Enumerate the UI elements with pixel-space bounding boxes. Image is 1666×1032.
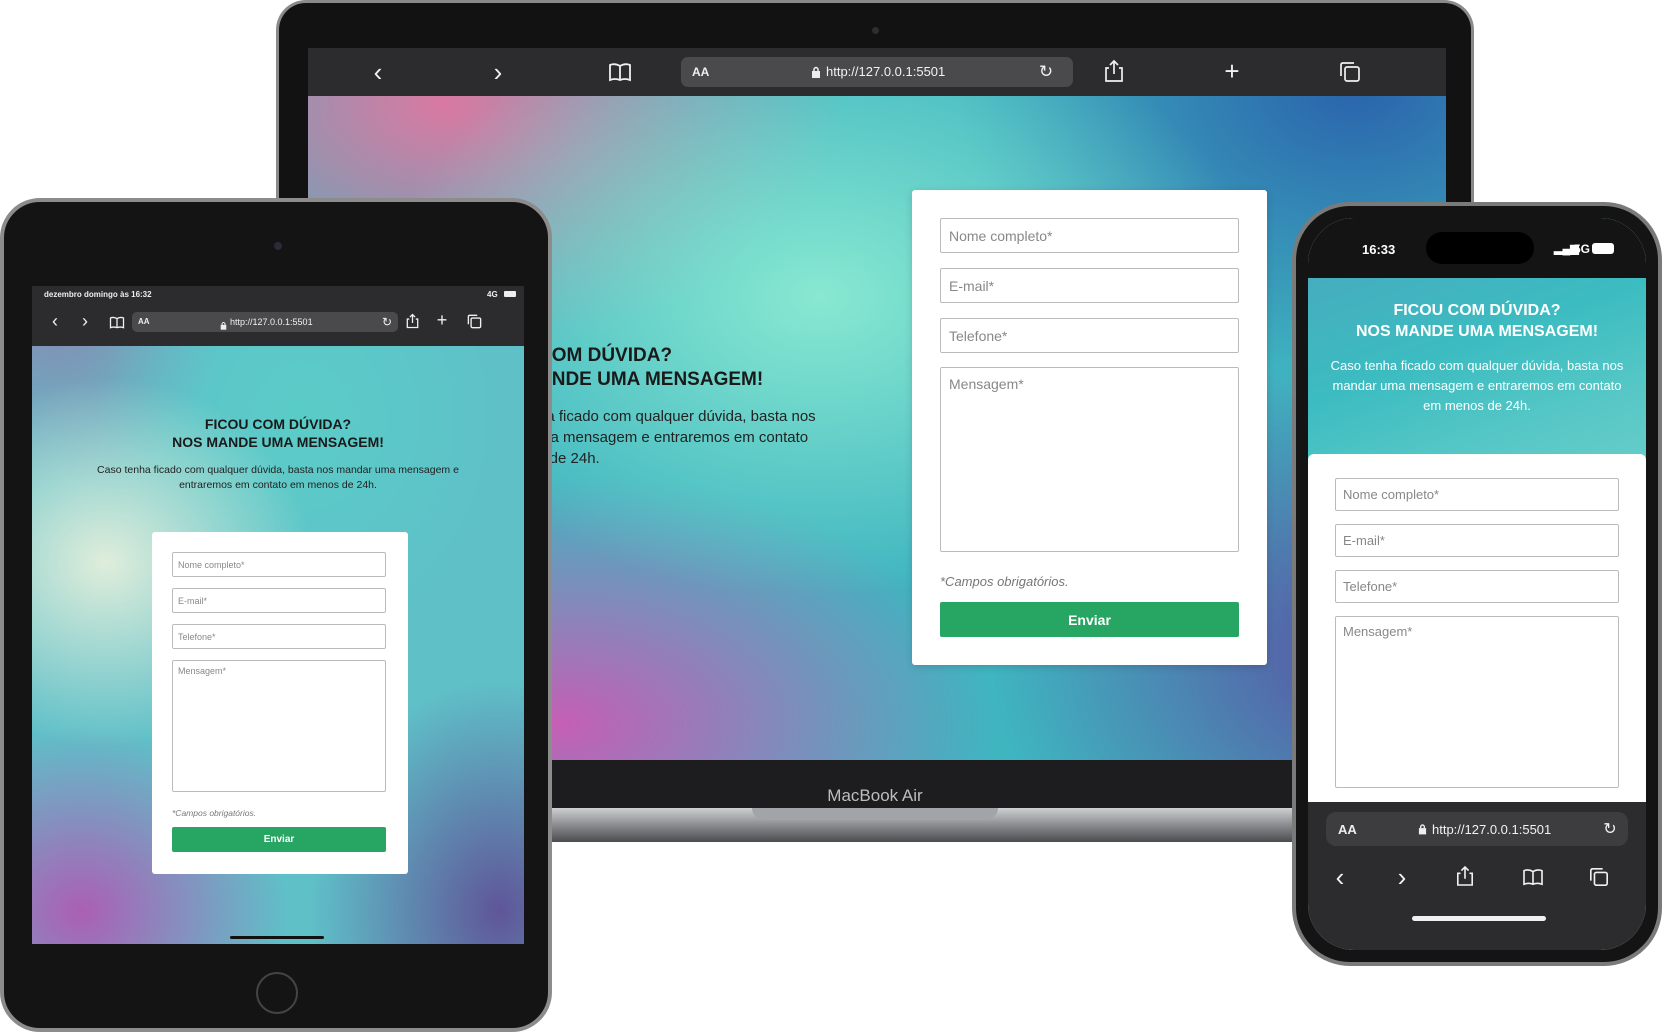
tablet-screen: dezembro domingo às 16:32 4G ‹ › AA http… (32, 286, 524, 944)
tablet-address-bar[interactable]: AA http://127.0.0.1:5501 ↻ (132, 312, 398, 332)
message-textarea[interactable] (940, 367, 1239, 552)
tablet-home-button[interactable] (256, 972, 298, 1014)
laptop-url: http://127.0.0.1:5501 (826, 64, 946, 79)
new-tab-icon[interactable]: + (434, 310, 450, 330)
laptop-browser-toolbar: ‹ › AA http://127.0.0.1:5501 ↻ + (308, 48, 1446, 96)
tablet-browser-toolbar: dezembro domingo às 16:32 4G ‹ › AA http… (32, 286, 524, 346)
message-textarea[interactable] (172, 660, 386, 792)
reload-icon[interactable]: ↻ (1600, 819, 1620, 839)
submit-button[interactable]: Enviar (940, 602, 1239, 637)
phone-browser-toolbar: AA http://127.0.0.1:5501 ↻ ‹ › (1308, 802, 1646, 950)
battery-icon (504, 291, 516, 297)
submit-button[interactable]: Enviar (172, 827, 386, 852)
home-indicator (230, 936, 324, 939)
phone-desc-line1: Caso tenha ficado com qualquer dúvida, b… (1330, 358, 1624, 373)
bookmarks-icon[interactable] (1520, 866, 1546, 888)
laptop-desc-line1: na ficado com qualquer dúvida, basta nos (538, 408, 816, 425)
email-input[interactable] (940, 268, 1239, 303)
tablet-contact-form: *Campos obrigatórios. Enviar (152, 532, 408, 874)
phone-input[interactable] (940, 318, 1239, 353)
reader-mode-label[interactable]: AA (1338, 822, 1357, 837)
tablet-heading-line1: FICOU COM DÚVIDA? (204, 416, 352, 432)
phone-status-network: 5G (1574, 242, 1591, 256)
share-icon[interactable] (1102, 58, 1126, 84)
lock-icon (1418, 822, 1427, 835)
email-input[interactable] (172, 588, 386, 613)
reader-mode-label[interactable]: AA (138, 317, 150, 326)
laptop-heading-line2: ANDE UMA MENSAGEM! (538, 369, 764, 390)
required-note: *Campos obrigatórios. (172, 808, 257, 818)
bookmarks-icon[interactable] (606, 60, 634, 84)
laptop-notch (752, 808, 998, 820)
phone-heading-line2: NOS MANDE UMA MENSAGEM! (1355, 323, 1599, 340)
name-input[interactable] (940, 218, 1239, 253)
phone-input[interactable] (172, 624, 386, 649)
message-textarea[interactable] (1335, 616, 1619, 788)
phone-device: 16:33 ▂▄▆ 5G FICOU COM DÚVIDA? NOS MANDE… (1292, 202, 1662, 966)
laptop-heading-line1: COM DÚVIDA? (538, 345, 673, 366)
battery-icon (1592, 243, 1614, 254)
share-icon[interactable] (1454, 864, 1476, 888)
name-input[interactable] (172, 552, 386, 577)
forward-icon[interactable]: › (1392, 862, 1412, 892)
tablet-url: http://127.0.0.1:5501 (230, 317, 313, 327)
forward-icon[interactable]: › (486, 57, 510, 87)
phone-desc-line2: mandar uma mensagem e entraremos em cont… (1332, 378, 1622, 393)
reload-icon[interactable]: ↻ (1036, 62, 1056, 82)
share-icon[interactable] (404, 312, 420, 330)
phone-desc-line3: em menos de 24h. (1423, 398, 1531, 413)
lock-icon (220, 317, 227, 330)
tablet-desc-line1: Caso tenha ficado com qualquer dúvida, b… (97, 464, 459, 476)
laptop-contact-form: *Campos obrigatórios. Enviar (912, 190, 1267, 665)
tablet-device: dezembro domingo às 16:32 4G ‹ › AA http… (0, 198, 552, 1032)
name-input[interactable] (1335, 478, 1619, 511)
tabs-overview-icon[interactable] (466, 313, 482, 329)
tablet-status-network: 4G (487, 290, 498, 299)
email-input[interactable] (1335, 524, 1619, 557)
tabs-overview-icon[interactable] (1338, 60, 1362, 84)
required-note: *Campos obrigatórios. (940, 574, 1069, 589)
tablet-status-time: dezembro domingo às 16:32 (44, 290, 152, 299)
back-icon[interactable]: ‹ (366, 57, 390, 87)
back-icon[interactable]: ‹ (1330, 862, 1350, 892)
back-icon[interactable]: ‹ (48, 311, 62, 331)
phone-contact-form: *Campos obrigatórios. (1308, 454, 1646, 854)
laptop-camera (872, 27, 879, 34)
home-indicator (1412, 916, 1546, 921)
phone-url: http://127.0.0.1:5501 (1432, 822, 1552, 837)
forward-icon[interactable]: › (78, 311, 92, 331)
lock-icon (811, 65, 821, 78)
tablet-camera (274, 242, 282, 250)
reader-mode-label[interactable]: AA (692, 65, 709, 79)
reload-icon[interactable]: ↻ (380, 315, 394, 329)
phone-screen: 16:33 ▂▄▆ 5G FICOU COM DÚVIDA? NOS MANDE… (1308, 218, 1646, 950)
laptop-address-bar[interactable]: AA http://127.0.0.1:5501 ↻ (681, 57, 1073, 87)
tablet-heading-line2: NOS MANDE UMA MENSAGEM! (172, 434, 384, 450)
tablet-desc-line2: entraremos em contato em menos de 24h. (179, 479, 377, 491)
phone-heading-line1: FICOU COM DÚVIDA? (1393, 302, 1561, 319)
phone-status-time: 16:33 (1362, 242, 1396, 257)
phone-address-bar[interactable]: AA http://127.0.0.1:5501 ↻ (1326, 812, 1628, 846)
laptop-desc-line2: ma mensagem e entraremos em contato (538, 429, 809, 446)
bookmarks-icon[interactable] (108, 314, 126, 330)
dynamic-island (1426, 232, 1534, 264)
phone-input[interactable] (1335, 570, 1619, 603)
tabs-overview-icon[interactable] (1588, 866, 1610, 888)
new-tab-icon[interactable]: + (1220, 56, 1244, 86)
